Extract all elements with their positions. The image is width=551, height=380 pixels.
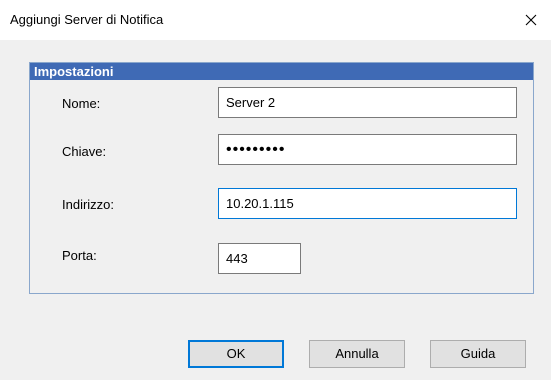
title-bar: Aggiungi Server di Notifica [0, 0, 551, 40]
indirizzo-input[interactable] [218, 188, 517, 219]
window-title: Aggiungi Server di Notifica [10, 12, 164, 27]
ok-button[interactable]: OK [188, 340, 284, 368]
porta-label: Porta: [62, 248, 97, 263]
indirizzo-label: Indirizzo: [62, 197, 115, 212]
chiave-label: Chiave: [62, 144, 107, 159]
close-button[interactable] [511, 0, 551, 40]
chiave-password-input[interactable] [218, 134, 517, 165]
guida-button[interactable]: Guida [430, 340, 526, 368]
porta-input[interactable] [218, 243, 301, 274]
dialog-window: Aggiungi Server di Notifica Impostazioni… [0, 0, 551, 380]
close-icon [525, 14, 537, 26]
settings-group-title: Impostazioni [30, 63, 533, 80]
settings-group: Impostazioni Nome: Chiave: Indirizzo: Po… [29, 62, 534, 294]
annulla-button[interactable]: Annulla [309, 340, 405, 368]
nome-input[interactable] [218, 87, 517, 118]
nome-label: Nome: [62, 96, 101, 111]
